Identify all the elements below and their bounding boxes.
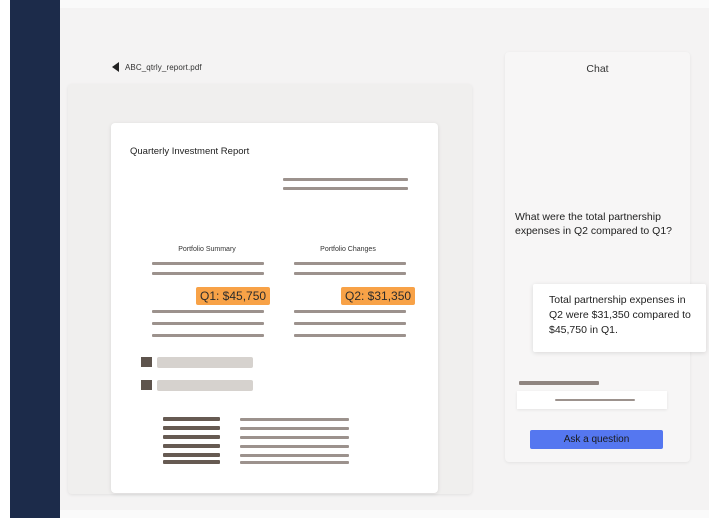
user-message: What were the total partnership expenses… [515, 211, 673, 237]
document-title: Quarterly Investment Report [130, 146, 250, 157]
table-placeholder-bar [163, 453, 220, 457]
text-placeholder-bar [294, 334, 406, 337]
column-label-portfolio-changes: Portfolio Changes [320, 246, 376, 253]
input-placeholder-bar [555, 399, 635, 401]
table-placeholder-bar [163, 460, 220, 464]
table-placeholder-bar [240, 436, 349, 439]
list-bullet-square [141, 380, 152, 390]
column-label-portfolio-summary: Portfolio Summary [178, 246, 236, 253]
sidebar [10, 0, 60, 518]
file-name: ABC_qtrly_report.pdf [125, 62, 202, 72]
table-placeholder-bar [163, 435, 220, 439]
list-item-placeholder [157, 380, 253, 391]
text-placeholder-bar [152, 334, 264, 337]
typing-placeholder-bar [519, 381, 599, 385]
assistant-message-text: Total partnership expenses in Q2 were $3… [549, 294, 691, 336]
top-strip [60, 0, 709, 8]
q1-expense-highlight: Q1: $45,750 [196, 287, 271, 305]
text-placeholder-bar [294, 262, 406, 265]
ask-question-button[interactable]: Ask a question [530, 430, 663, 449]
text-placeholder-bar [152, 272, 264, 275]
list-item-placeholder [157, 357, 253, 368]
table-placeholder-bar [163, 417, 220, 421]
assistant-message: Total partnership expenses in Q2 were $3… [533, 284, 706, 352]
text-placeholder-bar [294, 310, 406, 313]
back-link[interactable]: ABC_qtrly_report.pdf [112, 62, 202, 72]
table-placeholder-bar [163, 426, 220, 430]
list-bullet-square [141, 357, 152, 367]
table-placeholder-bar [240, 427, 349, 430]
text-placeholder-bar [283, 187, 408, 190]
chat-title: Chat [586, 63, 609, 75]
question-input[interactable] [517, 391, 667, 409]
table-placeholder-bar [240, 445, 349, 448]
text-placeholder-bar [283, 178, 408, 181]
text-placeholder-bar [152, 310, 264, 313]
text-placeholder-bar [152, 262, 264, 265]
bottom-strip [60, 510, 709, 518]
back-triangle-icon[interactable] [112, 62, 119, 72]
text-placeholder-bar [294, 272, 406, 275]
q2-expense-highlight: Q2: $31,350 [341, 287, 416, 305]
table-placeholder-bar [240, 454, 349, 457]
table-placeholder-bar [163, 444, 220, 448]
table-placeholder-bar [240, 418, 349, 421]
table-placeholder-bar [240, 461, 349, 464]
window-edge [0, 0, 10, 518]
text-placeholder-bar [294, 322, 406, 325]
text-placeholder-bar [152, 322, 264, 325]
